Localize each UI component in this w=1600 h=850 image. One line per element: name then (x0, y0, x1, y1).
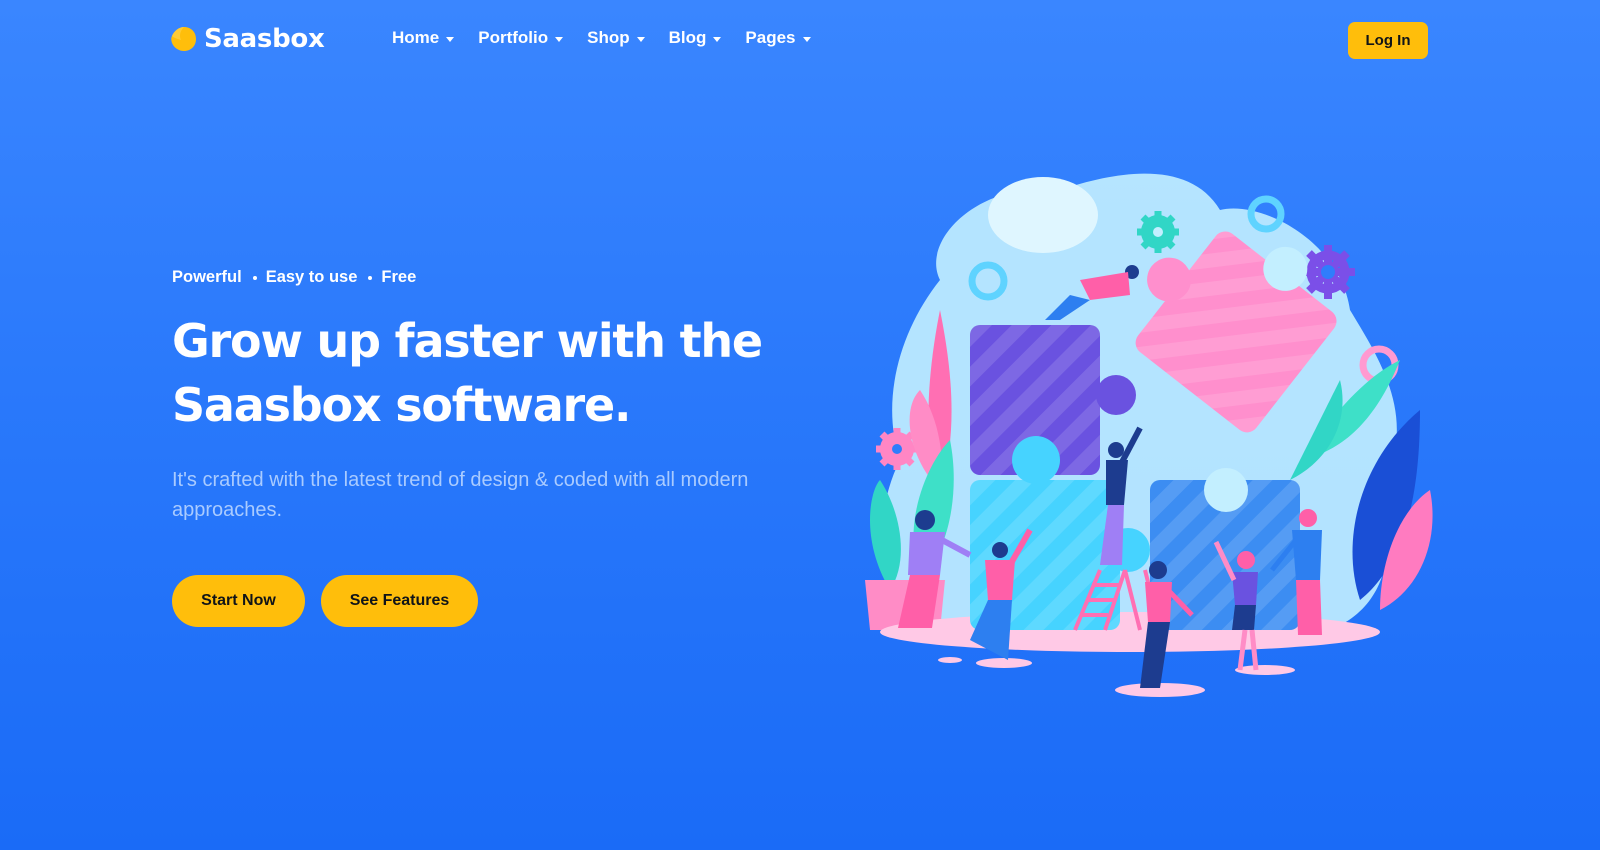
nav-item-label: Portfolio (478, 28, 549, 47)
hero-headline: Grow up faster with the Saasbox software… (172, 309, 812, 437)
login-button[interactable]: Log In (1348, 22, 1428, 59)
caret-down-icon (802, 36, 811, 42)
gear-icon (1301, 245, 1355, 299)
headline-line-2: Saasbox software. (172, 378, 631, 432)
nav-item-shop[interactable]: Shop (587, 28, 645, 48)
nav-item-label: Blog (668, 28, 707, 47)
nav-item-label: Pages (745, 28, 796, 47)
cta-group: Start Now See Features (172, 575, 812, 627)
nav-item-label: Shop (587, 28, 630, 47)
navbar: Saasbox Home Portfolio Shop Blog Pages L… (0, 0, 1600, 82)
nav-item-pages[interactable]: Pages (745, 28, 811, 48)
tag-powerful: Powerful (172, 268, 242, 286)
nav-item-portfolio[interactable]: Portfolio (478, 28, 564, 48)
caret-down-icon (713, 36, 722, 42)
brand-name: Saasbox (204, 24, 325, 54)
nav-item-blog[interactable]: Blog (669, 28, 722, 48)
caret-down-icon (636, 36, 645, 42)
caret-down-icon (446, 36, 455, 42)
caret-down-icon (555, 36, 564, 42)
main-nav: Home Portfolio Shop Blog Pages (392, 28, 835, 48)
bullet-separator (252, 275, 257, 280)
headline-line-1: Grow up faster with the (172, 314, 763, 368)
hero-subtext: It's crafted with the latest trend of de… (172, 469, 749, 521)
see-features-button[interactable]: See Features (321, 575, 478, 627)
hero-section: Powerful Easy to use Free Grow up faster… (172, 268, 812, 627)
brand-logo[interactable]: Saasbox (171, 24, 325, 54)
logo-icon (171, 27, 196, 51)
feature-tagline: Powerful Easy to use Free (172, 268, 812, 287)
tag-easy-to-use: Easy to use (265, 268, 358, 286)
start-now-button[interactable]: Start Now (172, 575, 305, 627)
tag-free: Free (381, 268, 417, 286)
gear-icon (1137, 211, 1179, 253)
nav-item-label: Home (392, 28, 440, 47)
team-puzzle-illustration (865, 173, 1433, 697)
bullet-separator (368, 275, 373, 280)
nav-item-home[interactable]: Home (392, 28, 455, 48)
